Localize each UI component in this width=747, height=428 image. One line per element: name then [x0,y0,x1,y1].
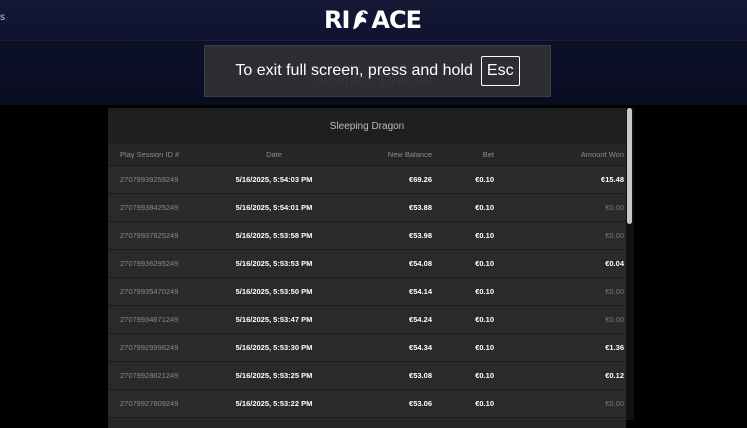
bet-cell: €0.10 [475,399,494,408]
table-row[interactable]: 27079928621249 5/16/2025, 5:53:25 PM €53.0… [108,362,626,390]
scrollbar-thumb[interactable] [627,108,632,224]
bet-cell: €0.10 [475,203,494,212]
bet-history-panel: Sleeping Dragon Play Session ID # Date N… [108,108,626,428]
new-balance-cell: €53.06 [409,399,432,408]
table-header: Play Session ID # Date New Balance Bet A… [108,144,626,166]
new-balance-cell: €69.26 [409,175,432,184]
date-cell: 5/16/2025, 5:53:22 PM [235,399,313,408]
column-header-bet: Bet [482,150,494,159]
esc-key-badge: Esc [480,56,520,86]
date-cell: 5/16/2025, 5:54:03 PM [235,175,313,184]
bet-cell: €0.10 [475,315,494,324]
date-cell: 5/16/2025, 5:54:01 PM [235,203,313,212]
table-body: 27079939259249 5/16/2025, 5:54:03 PM €69.2… [108,166,626,418]
table-row[interactable]: 27079936295249 5/16/2025, 5:53:53 PM €54.0… [108,250,626,278]
column-header-new-balance: New Balance [387,150,432,159]
table-row[interactable]: 27079934671249 5/16/2025, 5:53:47 PM €54.2… [108,306,626,334]
bet-cell: €0.10 [475,175,494,184]
amount-won-cell: €0.00 [605,399,624,408]
new-balance-cell: €54.34 [409,343,432,352]
new-balance-cell: €54.24 [409,315,432,324]
amount-won-cell: €0.12 [605,371,624,380]
site-header: s RI ACE [0,0,747,40]
table-row[interactable]: 27079935470249 5/16/2025, 5:53:50 PM €54.1… [108,278,626,306]
header-edge-glyph: s [0,12,5,23]
new-balance-cell: €53.88 [409,203,432,212]
bet-cell: €0.10 [475,259,494,268]
date-cell: 5/16/2025, 5:53:47 PM [235,315,313,324]
new-balance-cell: €53.08 [409,371,432,380]
amount-won-cell: €0.00 [605,203,624,212]
bet-cell: €0.10 [475,287,494,296]
date-cell: 5/16/2025, 5:53:25 PM [235,371,313,380]
bet-cell: €0.10 [475,371,494,380]
new-balance-cell: €54.08 [409,259,432,268]
bet-cell: €0.10 [475,231,494,240]
column-header-amount-won: Amount Won [580,150,624,159]
amount-won-cell: €1.36 [605,343,624,352]
dragon-logo-icon [350,9,370,31]
table-row[interactable]: 27079938425249 5/16/2025, 5:54:01 PM €53.8… [108,194,626,222]
date-cell: 5/16/2025, 5:53:30 PM [235,343,313,352]
fullscreen-exit-toast: To exit full screen, press and hold Esc [204,45,551,97]
table-row[interactable]: 27079939259249 5/16/2025, 5:54:03 PM €69.2… [108,166,626,194]
table-row[interactable]: 27079929998249 5/16/2025, 5:53:30 PM €54.3… [108,334,626,362]
amount-won-cell: €15.48 [601,175,624,184]
date-cell: 5/16/2025, 5:53:53 PM [235,259,313,268]
logo-text-right: ACE [371,6,422,34]
date-cell: 5/16/2025, 5:53:50 PM [235,287,313,296]
toast-message: To exit full screen, press and hold [235,62,473,79]
bet-cell: €0.10 [475,343,494,352]
new-balance-cell: €53.98 [409,231,432,240]
panel-title: Sleeping Dragon [108,108,626,144]
amount-won-cell: €0.00 [605,287,624,296]
riace-logo[interactable]: RI ACE [324,6,422,34]
new-balance-cell: €54.14 [409,287,432,296]
date-cell: 5/16/2025, 5:53:58 PM [235,231,313,240]
table-row[interactable]: 27079937625249 5/16/2025, 5:53:58 PM €53.9… [108,222,626,250]
amount-won-cell: €0.04 [605,259,624,268]
amount-won-cell: €0.00 [605,231,624,240]
table-row[interactable]: 27079927809249 5/16/2025, 5:53:22 PM €53.0… [108,390,626,418]
logo-text-left: RI [324,6,350,34]
amount-won-cell: €0.00 [605,315,624,324]
